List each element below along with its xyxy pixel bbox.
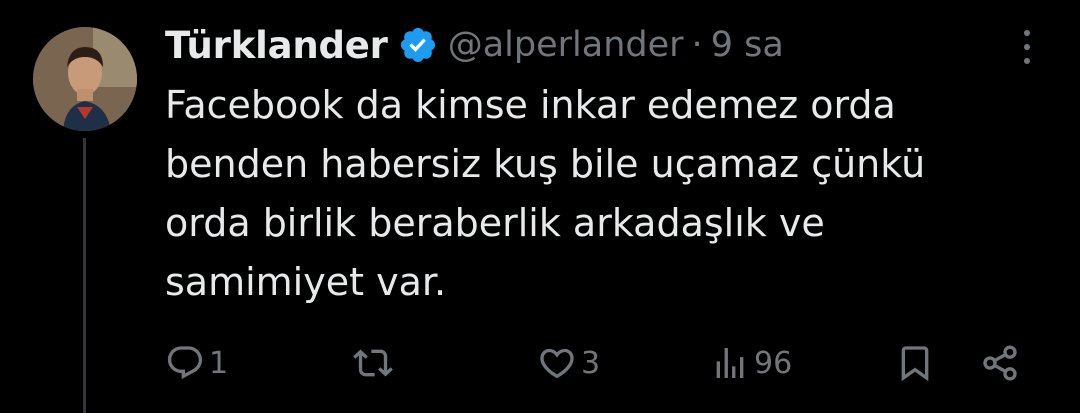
like-button[interactable]: 3 — [537, 338, 600, 388]
verified-badge-icon — [398, 25, 438, 65]
reply-icon — [165, 343, 205, 383]
avatar[interactable] — [33, 27, 137, 131]
separator-dot: · — [691, 25, 703, 65]
tweet-header: Türklander @alperlander · 9 sa — [165, 20, 784, 70]
bookmark-icon — [895, 343, 935, 383]
tweet-text: Facebook da kimse inkar edemez orda bend… — [165, 83, 926, 304]
retweet-button[interactable] — [353, 338, 397, 388]
heart-icon — [537, 343, 577, 383]
reply-button[interactable]: 1 — [165, 338, 228, 388]
display-name[interactable]: Türklander — [165, 24, 388, 67]
bookmark-button[interactable] — [895, 338, 935, 388]
share-icon — [980, 343, 1020, 383]
share-button[interactable] — [980, 338, 1020, 388]
retweet-icon — [353, 343, 393, 383]
thread-line — [83, 138, 86, 413]
views-button[interactable]: 96 — [710, 338, 792, 388]
avatar-image — [33, 27, 137, 131]
reply-count: 1 — [209, 345, 229, 381]
views-icon — [710, 343, 750, 383]
more-options-icon[interactable] — [1012, 30, 1042, 64]
user-handle[interactable]: @alperlander — [448, 25, 684, 65]
like-count: 3 — [581, 345, 601, 381]
timestamp[interactable]: 9 sa — [711, 25, 784, 65]
views-count: 96 — [754, 345, 793, 381]
tweet-actions: 1 3 96 — [165, 338, 1025, 388]
